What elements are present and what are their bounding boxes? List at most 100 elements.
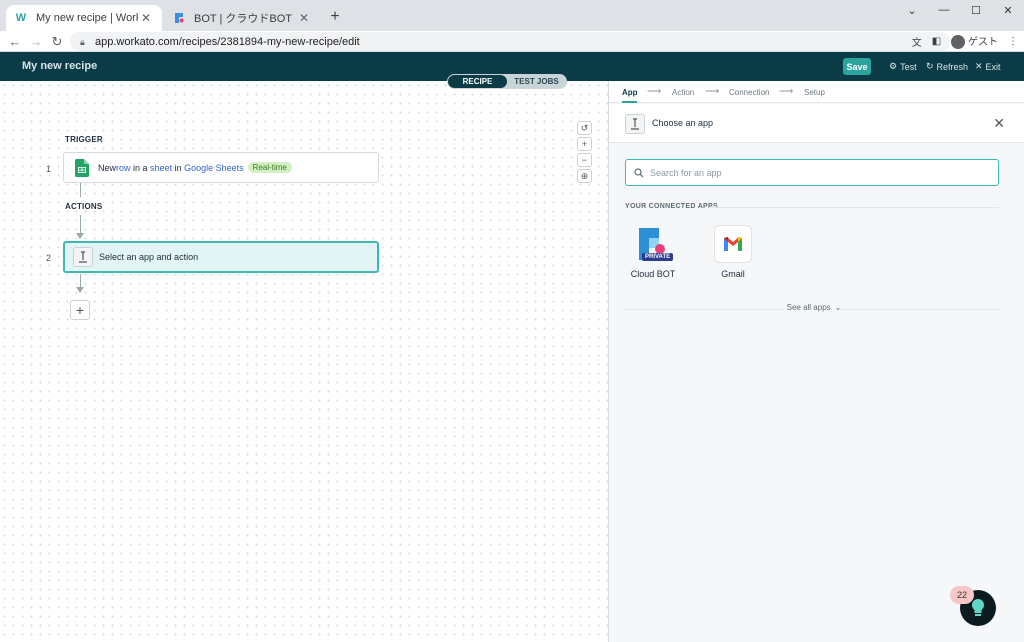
trigger-app-name: Google Sheets bbox=[184, 162, 244, 173]
cloudbot-logo-icon bbox=[172, 11, 186, 25]
step-connector bbox=[80, 215, 81, 234]
actions-label: ACTIONS bbox=[65, 202, 103, 211]
trigger-label: TRIGGER bbox=[65, 135, 103, 144]
forward-icon[interactable]: → bbox=[27, 33, 45, 50]
arrow-right-icon: ⟶ bbox=[647, 86, 662, 97]
action-step-text: Select an app and action bbox=[99, 252, 199, 262]
app-tile-gmail[interactable]: Gmail bbox=[703, 225, 763, 279]
arrow-right-icon: ⟶ bbox=[779, 86, 794, 97]
trigger-step[interactable]: New row in a sheet in Google Sheets Real… bbox=[63, 152, 379, 183]
tab-search-icon[interactable]: ⌄ bbox=[896, 0, 928, 20]
search-input[interactable] bbox=[650, 167, 980, 178]
arrow-right-icon: ⟶ bbox=[705, 86, 720, 97]
app-picker-panel: App ⟶ Action ⟶ Connection ⟶ Setup Choose… bbox=[608, 81, 1024, 642]
zoom-toolbar: ↺ + − ⊕ bbox=[577, 121, 592, 183]
url-bar[interactable]: 🔒︎ app.workato.com/recipes/2381894-my-ne… bbox=[70, 32, 950, 51]
lightbulb-icon bbox=[971, 598, 985, 616]
action-step[interactable]: Select an app and action bbox=[63, 241, 379, 273]
step-connector bbox=[80, 274, 81, 287]
panel-title-bar: Choose an app ✕ bbox=[609, 104, 1024, 143]
profile-label: ゲスト bbox=[968, 37, 998, 48]
connected-apps-label: YOUR CONNECTED APPS bbox=[625, 203, 718, 210]
cloudbot-logo-icon: PRIVATE bbox=[634, 225, 674, 263]
close-tab-icon[interactable]: ✕ bbox=[138, 11, 154, 25]
minimize-icon[interactable]: — bbox=[928, 0, 960, 20]
save-button[interactable]: Save bbox=[843, 58, 871, 75]
reload-icon[interactable]: ↻ bbox=[48, 33, 66, 50]
side-panel-icon[interactable]: ◧ bbox=[932, 36, 941, 47]
realtime-badge: Real-time bbox=[247, 162, 292, 173]
refresh-label: Refresh bbox=[936, 61, 969, 72]
app-search-box bbox=[625, 159, 999, 186]
refresh-icon: ↻ bbox=[926, 61, 934, 71]
fit-view-icon[interactable]: ⊕ bbox=[577, 169, 592, 183]
app-tile-cloudbot[interactable]: PRIVATE Cloud BOT bbox=[623, 225, 683, 279]
lock-icon: 🔒︎ bbox=[80, 36, 85, 47]
gear-icon: ⚙ bbox=[889, 61, 898, 71]
back-icon[interactable]: ← bbox=[6, 33, 24, 50]
close-tab-icon[interactable]: ✕ bbox=[296, 11, 312, 25]
recipe-canvas[interactable]: ↺ + − ⊕ TRIGGER 1 New row in a sheet in … bbox=[0, 81, 608, 642]
app-name: Gmail bbox=[721, 269, 745, 279]
step-number: 2 bbox=[46, 253, 52, 263]
notification-badge: 22 bbox=[950, 586, 974, 604]
exit-label: Exit bbox=[985, 61, 1001, 72]
zoom-in-icon[interactable]: + bbox=[577, 137, 592, 151]
recipe-name[interactable]: My new recipe bbox=[22, 60, 97, 72]
step-number: 1 bbox=[46, 164, 52, 174]
see-all-apps-link[interactable]: See all apps ⌄ bbox=[625, 303, 999, 312]
wizard-step-app[interactable]: App bbox=[622, 88, 638, 97]
active-step-underline bbox=[622, 101, 637, 103]
arrow-down-icon bbox=[76, 233, 84, 239]
new-tab-icon[interactable]: + bbox=[326, 8, 344, 26]
app-name: Cloud BOT bbox=[630, 269, 676, 279]
trigger-text-in: in bbox=[172, 162, 185, 173]
tab-recipe[interactable]: RECIPE bbox=[448, 75, 507, 88]
profile-button[interactable]: ゲスト bbox=[951, 33, 998, 50]
action-placeholder-icon bbox=[625, 114, 645, 134]
reset-view-icon[interactable]: ↺ bbox=[577, 121, 592, 135]
window-controls: ⌄ — ☐ ✕ bbox=[896, 0, 1024, 20]
arrow-down-icon bbox=[76, 287, 84, 293]
browser-tab-cloudbot[interactable]: BOT | クラウドBOT ✕ bbox=[164, 5, 320, 31]
test-button[interactable]: ⚙ Test bbox=[889, 61, 917, 72]
browser-tabbar: W My new recipe | Workato ✕ BOT | クラウドBO… bbox=[0, 0, 1024, 31]
trigger-text-in-a: in a bbox=[130, 162, 151, 173]
zoom-out-icon[interactable]: − bbox=[577, 153, 592, 167]
wizard-step-connection[interactable]: Connection bbox=[729, 88, 769, 97]
trigger-text-new: New bbox=[98, 162, 117, 173]
view-toggle: RECIPE TEST JOBS bbox=[447, 74, 567, 89]
step-connector bbox=[80, 183, 81, 197]
chevron-down-icon: ⌄ bbox=[834, 303, 842, 312]
gmail-logo-icon bbox=[714, 225, 752, 263]
tab-test-jobs[interactable]: TEST JOBS bbox=[507, 75, 566, 88]
workato-logo-icon: W bbox=[15, 12, 27, 24]
exit-button[interactable]: ✕ Exit bbox=[975, 61, 1001, 72]
wizard-step-action[interactable]: Action bbox=[672, 88, 694, 97]
kebab-menu-icon[interactable]: ⋮ bbox=[1008, 36, 1018, 47]
close-icon: ✕ bbox=[975, 61, 983, 71]
tab-title: My new recipe | Workato bbox=[36, 12, 138, 24]
wizard-step-setup[interactable]: Setup bbox=[804, 88, 825, 97]
see-all-label: See all apps bbox=[782, 303, 835, 312]
action-placeholder-icon bbox=[73, 247, 93, 267]
panel-title: Choose an app bbox=[652, 118, 714, 128]
test-label: Test bbox=[900, 61, 917, 72]
browser-toolbar: ← → ↻ 🔒︎ app.workato.com/recipes/2381894… bbox=[0, 31, 1024, 52]
trigger-text-row: row bbox=[116, 162, 131, 173]
tab-title: BOT | クラウドBOT bbox=[194, 13, 292, 25]
maximize-icon[interactable]: ☐ bbox=[960, 0, 992, 20]
url-text: app.workato.com/recipes/2381894-my-new-r… bbox=[95, 35, 360, 48]
trigger-text-sheet: sheet bbox=[150, 162, 173, 173]
divider bbox=[709, 207, 999, 208]
google-sheets-icon bbox=[72, 158, 92, 178]
close-window-icon[interactable]: ✕ bbox=[992, 0, 1024, 20]
private-badge: PRIVATE bbox=[642, 253, 674, 261]
wizard-steps: App ⟶ Action ⟶ Connection ⟶ Setup bbox=[609, 81, 1024, 103]
refresh-button[interactable]: ↻ Refresh bbox=[926, 61, 968, 72]
translate-icon[interactable]: 文 bbox=[912, 34, 922, 49]
avatar bbox=[951, 35, 966, 50]
close-icon[interactable]: ✕ bbox=[993, 115, 1005, 132]
add-step-button[interactable]: + bbox=[70, 300, 90, 320]
browser-tab-workato[interactable]: W My new recipe | Workato ✕ bbox=[6, 5, 162, 31]
